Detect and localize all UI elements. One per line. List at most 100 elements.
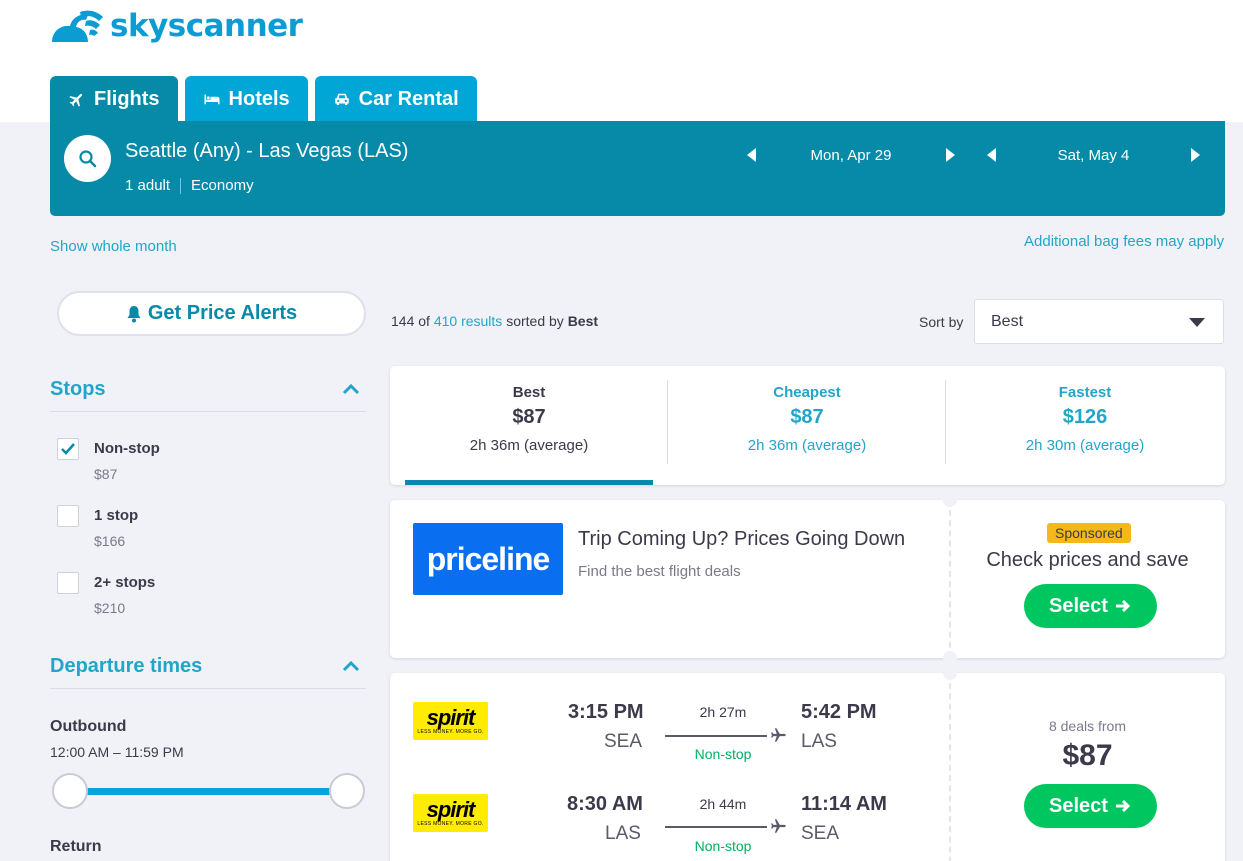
stop-price: $210 bbox=[94, 600, 126, 616]
tab-car-rental[interactable]: Car Rental bbox=[314, 76, 477, 122]
summary-tab-best[interactable]: Best $87 2h 36m (average) bbox=[390, 366, 668, 485]
car-icon bbox=[334, 93, 349, 105]
sort-value: Best bbox=[991, 313, 1024, 330]
deals-count: 8 deals from bbox=[1048, 718, 1127, 734]
cabin-class: Economy bbox=[191, 177, 254, 194]
bed-icon bbox=[204, 94, 220, 105]
two-plus-stops-checkbox[interactable] bbox=[57, 572, 79, 594]
flight-price: $87 bbox=[1062, 739, 1113, 772]
depart-time: 8:30 AM bbox=[567, 793, 643, 815]
depart-date[interactable]: Mon, Apr 29 bbox=[756, 147, 946, 164]
skyscanner-logo[interactable]: skyscanner bbox=[50, 8, 303, 44]
ad-subtitle: Find the best flight deals bbox=[578, 563, 741, 580]
stops-text: Non-stop bbox=[694, 746, 752, 762]
flight-duration: 2h 27m bbox=[699, 704, 747, 720]
ticket-divider bbox=[949, 500, 951, 658]
outbound-time-slider[interactable] bbox=[52, 773, 365, 811]
route-text[interactable]: Seattle (Any) - Las Vegas (LAS) bbox=[125, 140, 408, 163]
depart-airport: LAS bbox=[605, 823, 641, 844]
nonstop-checkbox[interactable] bbox=[57, 438, 79, 460]
stop-label: 2+ stops bbox=[94, 574, 156, 591]
return-date[interactable]: Sat, May 4 bbox=[996, 147, 1191, 164]
arrow-right-icon bbox=[1115, 599, 1131, 613]
plane-icon bbox=[771, 819, 786, 833]
chevron-up-icon[interactable] bbox=[342, 657, 360, 675]
summary-tab-cheapest[interactable]: Cheapest $87 2h 36m (average) bbox=[668, 366, 946, 485]
skyscanner-logo-icon bbox=[52, 10, 103, 42]
results-total-link[interactable]: 410 results bbox=[434, 313, 502, 329]
one-stop-checkbox[interactable] bbox=[57, 505, 79, 527]
ad-title: Trip Coming Up? Prices Going Down bbox=[578, 528, 906, 550]
priceline-logo[interactable]: priceline bbox=[413, 523, 563, 595]
spirit-airline-logo: spirit LESS MONEY. MORE GO. bbox=[413, 702, 488, 740]
next-return-date-icon[interactable] bbox=[1191, 148, 1200, 162]
stop-label: Non-stop bbox=[94, 440, 160, 457]
sort-summary-tabs: Best $87 2h 36m (average) Cheapest $87 2… bbox=[390, 366, 1225, 485]
get-price-alerts-button[interactable]: Get Price Alerts bbox=[57, 291, 366, 336]
arrive-airport: SEA bbox=[801, 823, 840, 844]
summary-label: Best bbox=[512, 384, 546, 401]
show-whole-month-link[interactable]: Show whole month bbox=[50, 238, 177, 255]
depart-airport: SEA bbox=[604, 731, 643, 752]
sort-by-label: Sort by bbox=[919, 314, 964, 330]
vertical-tabs: Flights Hotels Car Rental bbox=[50, 76, 477, 122]
ticket-notch bbox=[943, 493, 957, 507]
alerts-label: Get Price Alerts bbox=[147, 302, 298, 324]
results-of: of bbox=[418, 313, 430, 329]
departure-times-title: Departure times bbox=[50, 655, 203, 677]
flight-line bbox=[665, 826, 767, 828]
search-icon bbox=[78, 149, 96, 167]
arrive-airport: LAS bbox=[801, 731, 837, 752]
arrow-right-icon bbox=[1115, 799, 1131, 813]
stops-text: Non-stop bbox=[694, 838, 752, 854]
summary-label: Fastest bbox=[1058, 384, 1112, 401]
logo-wordmark: skyscanner bbox=[110, 8, 303, 44]
tab-label: Hotels bbox=[228, 87, 290, 110]
slider-track bbox=[68, 788, 349, 795]
tab-hotels[interactable]: Hotels bbox=[184, 76, 308, 122]
sponsored-ad-card: priceline Trip Coming Up? Prices Going D… bbox=[390, 493, 1225, 665]
stop-price: $87 bbox=[94, 466, 118, 482]
arrive-time: 5:42 PM bbox=[801, 701, 877, 723]
stops-filter-header[interactable]: Stops bbox=[50, 378, 366, 412]
search-button[interactable] bbox=[64, 135, 111, 182]
ticket-notch bbox=[943, 666, 957, 680]
passenger-count: 1 adult bbox=[125, 177, 171, 194]
airline-tagline: LESS MONEY. MORE GO. bbox=[417, 821, 484, 827]
sponsored-badge: Sponsored bbox=[1047, 523, 1131, 543]
slider-handle-start[interactable] bbox=[52, 773, 88, 809]
airline-name: spirit bbox=[426, 797, 476, 822]
checkmark-icon bbox=[61, 443, 75, 455]
results-shown: 144 bbox=[391, 313, 415, 329]
active-tab-indicator bbox=[405, 480, 653, 485]
flight-line bbox=[665, 735, 767, 737]
flight-duration: 2h 44m bbox=[699, 796, 747, 812]
flight-select-button[interactable]: Select bbox=[1024, 784, 1157, 828]
summary-price: $126 bbox=[1062, 406, 1108, 428]
select-label: Select bbox=[1049, 794, 1108, 817]
ad-select-button[interactable]: Select bbox=[1024, 584, 1157, 628]
summary-duration: 2h 30m (average) bbox=[1025, 437, 1145, 454]
passenger-cabin[interactable]: 1 adult Economy bbox=[125, 177, 254, 194]
bag-fees-link[interactable]: Additional bag fees may apply bbox=[1024, 233, 1224, 250]
tab-flights[interactable]: Flights bbox=[50, 76, 178, 122]
summary-tab-fastest[interactable]: Fastest $126 2h 30m (average) bbox=[946, 366, 1224, 485]
return-label: Return bbox=[50, 838, 102, 855]
sort-select[interactable]: Best bbox=[974, 299, 1224, 344]
departure-times-filter-header[interactable]: Departure times bbox=[50, 655, 366, 689]
results-sort-name: Best bbox=[567, 313, 599, 329]
summary-price: $87 bbox=[512, 406, 546, 428]
bell-icon bbox=[127, 305, 141, 322]
prev-depart-date-icon[interactable] bbox=[747, 148, 756, 162]
depart-time: 3:15 PM bbox=[568, 701, 644, 723]
slider-handle-end[interactable] bbox=[329, 773, 365, 809]
plane-icon bbox=[69, 93, 83, 107]
summary-duration: 2h 36m (average) bbox=[747, 437, 867, 454]
flight-result-card[interactable]: spirit LESS MONEY. MORE GO. 3:15 PM SEA … bbox=[390, 666, 1225, 861]
prev-return-date-icon[interactable] bbox=[987, 148, 996, 162]
outbound-label: Outbound bbox=[50, 718, 127, 735]
next-depart-date-icon[interactable] bbox=[946, 148, 955, 162]
summary-label: Cheapest bbox=[773, 384, 841, 401]
chevron-up-icon[interactable] bbox=[342, 380, 360, 398]
tab-label: Flights bbox=[94, 87, 160, 110]
